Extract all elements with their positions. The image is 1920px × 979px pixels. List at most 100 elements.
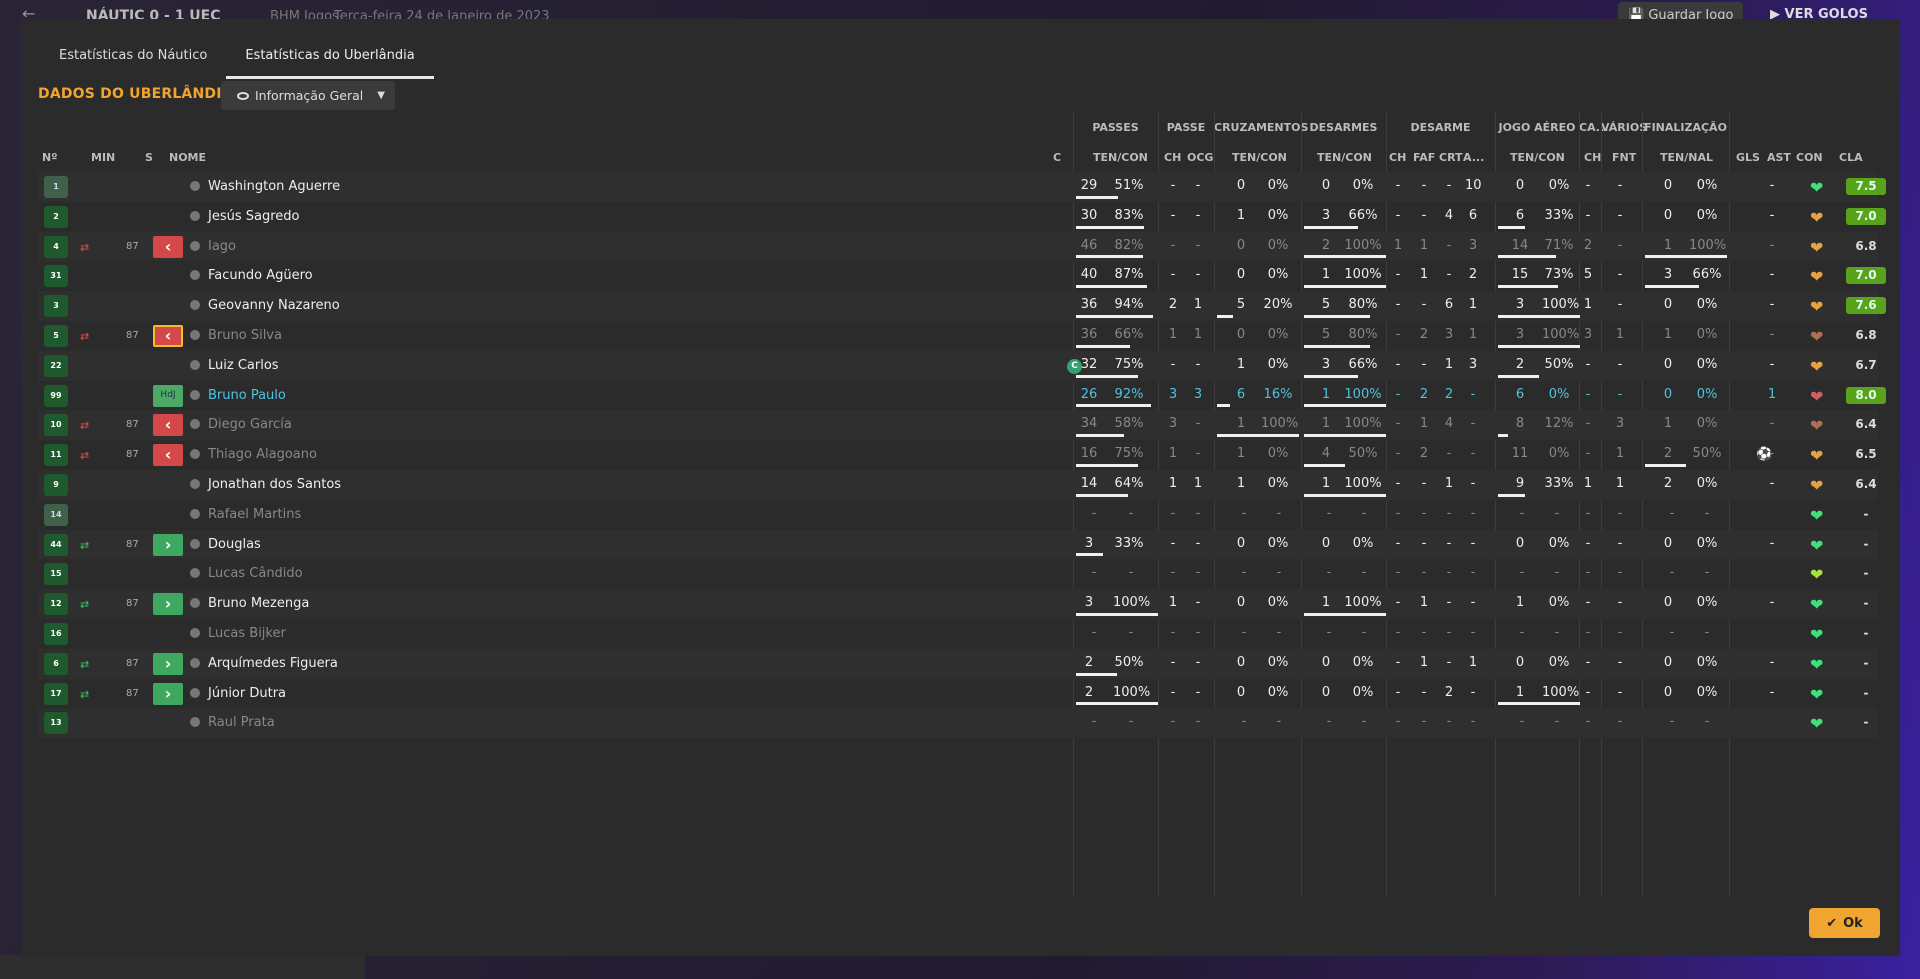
player-name[interactable]: Douglas (208, 537, 261, 552)
stat-cell: - (1195, 624, 1201, 640)
stat-cell: - (1470, 505, 1476, 521)
table-row[interactable]: 3 Geovanny Nazareno 36 94% 2 1 5 20% 5 80% - -6 1 3 10… (38, 291, 1886, 321)
column-header-no[interactable]: Nº (42, 151, 57, 164)
passes-percent: 87% (1114, 267, 1144, 283)
column-header-name[interactable]: NOME (169, 151, 206, 164)
tackles-percent: 100% (1344, 475, 1382, 491)
table-row[interactable]: 22 Luiz Carlos C 32 75% - -1 0% 3 66% - -1 3 2 50% - -0 0… (38, 350, 1878, 381)
key-passes: 3 (1168, 386, 1178, 402)
table-row[interactable]: 12 ⇄ 87 › Bruno Mezenga 3 100% 1-0 0% 1 100% -1- -1 0… (38, 589, 1878, 619)
shots-percent: 0% (1696, 386, 1718, 402)
table-row[interactable]: 17 ⇄ 87 › Júnior Dutra 2 100% - -0 0% 0 0% - -2-1 100%… (38, 679, 1878, 709)
tackles-percent: 80% (1348, 326, 1378, 342)
headers-attempted: 2 (1515, 356, 1525, 372)
player-name[interactable]: Jesús Sagredo (208, 209, 299, 224)
column-header-passe-ch[interactable]: CH (1164, 151, 1181, 164)
table-row[interactable]: 6 ⇄ 87 › Arquímedes Figuera 2 50% - -0 0% 0 0% -1-1 0… (38, 648, 1878, 679)
headers-bar (1498, 344, 1580, 348)
player-name[interactable]: Luiz Carlos (208, 358, 279, 373)
tackles-attempted: 1 (1321, 475, 1331, 491)
player-name[interactable]: Júnior Dutra (208, 686, 286, 701)
ok-button[interactable]: ✔ Ok (1809, 908, 1880, 938)
player-name[interactable]: Jonathan dos Santos (208, 477, 341, 492)
table-row[interactable]: 31 Facundo Agüero 40 87% - -0 0% 1 100% -1-2 15 73%… (38, 261, 1886, 291)
person-icon (190, 389, 200, 400)
column-header-gls[interactable]: GLS (1736, 151, 1760, 164)
stat-cell: 1 (1583, 297, 1593, 313)
column-header-passes[interactable]: TEN/CON (1093, 151, 1148, 164)
column-header-ca-ch[interactable]: CH (1584, 151, 1601, 164)
player-name[interactable]: Thiago Alagoano (208, 447, 317, 462)
stat-cell: 2 (1444, 386, 1454, 402)
table-row[interactable]: 13 Raul Prata - - - - - - - - - - - - - - - - - - - ❤ (38, 708, 1878, 739)
match-rating: - (1863, 536, 1869, 551)
chances-created: - (1195, 446, 1201, 462)
column-header-var-fnt[interactable]: FNT (1612, 151, 1636, 164)
player-table: 1 Washington Aguerre 29 51% - -0 0% 0 0% - - -10 0 0%… (38, 172, 1886, 739)
column-header-s[interactable]: S (145, 151, 153, 164)
table-row[interactable]: 15 Lucas Cândido - - - - - - - - - - - - - - - - - - - ❤ (38, 559, 1878, 589)
table-row[interactable]: 16 Lucas Bijker - - - - - - - - - - - - - - - - - - - ❤ (38, 619, 1878, 649)
column-header-passe-ocg[interactable]: OCG (1187, 151, 1213, 164)
column-header-des-ch[interactable]: CH (1389, 151, 1406, 164)
player-name[interactable]: Geovanny Nazareno (208, 298, 340, 313)
player-name[interactable]: Bruno Mezenga (208, 596, 309, 611)
column-header-cruz[interactable]: TEN/CON (1232, 151, 1287, 164)
table-row[interactable]: 14 Rafael Martins - - - - - - - - - - - - - - - - - - - ❤ (38, 500, 1878, 530)
passes-percent: 33% (1114, 535, 1144, 551)
player-name[interactable]: Facundo Agüero (208, 268, 313, 283)
player-name[interactable]: Arquímedes Figuera (208, 656, 338, 671)
stat-cell: - (1241, 565, 1247, 581)
column-header-fin[interactable]: TEN/NAL (1660, 151, 1713, 164)
player-name[interactable]: Iago (208, 239, 236, 254)
player-name[interactable]: Lucas Bijker (208, 626, 286, 641)
match-rating: - (1863, 625, 1869, 640)
stat-cell: 1 (1615, 326, 1625, 342)
player-name[interactable]: Rafael Martins (208, 507, 301, 522)
subbed-off-icon: ‹ (153, 235, 183, 258)
shirt-number-icon: 10 (44, 414, 68, 437)
key-passes: - (1170, 535, 1176, 551)
stat-cell: - (1241, 624, 1247, 640)
column-header-cla[interactable]: CLA (1839, 151, 1863, 164)
table-row[interactable]: 11 ⇄ 87 ‹ Thiago Alagoano 16 75% 1 - 1 0% 4 50% - 2 - - 1… (38, 440, 1878, 470)
key-passes: 1 (1168, 446, 1178, 462)
column-header-des-a[interactable]: A... (1463, 151, 1484, 164)
table-row[interactable]: 9 Jonathan dos Santos 14 64% 1 1 1 0% 1 100% - -1-9… (38, 469, 1878, 500)
shots-attempted: 0 (1663, 595, 1673, 611)
stat-cell: - (1470, 565, 1476, 581)
column-header-con[interactable]: CON (1796, 151, 1823, 164)
player-name[interactable]: Lucas Cândido (208, 566, 303, 581)
player-name[interactable]: Bruno Silva (208, 328, 282, 343)
substitution-minute: 87 (126, 449, 139, 461)
column-header-desarmes[interactable]: TEN/CON (1317, 151, 1372, 164)
column-header-min[interactable]: MIN (91, 151, 115, 164)
column-header-ast[interactable]: AST (1767, 151, 1791, 164)
stat-cell: - (1326, 505, 1332, 521)
table-row[interactable]: 5 ⇄ 87 ‹ Bruno Silva 36 66% 1 1 0 0% 5 80% -2 3 1 3 100% 3… (38, 321, 1878, 351)
tab-uberlandia-stats[interactable]: Estatísticas do Uberlândia (226, 19, 435, 79)
column-header-des-faf[interactable]: FAF (1413, 151, 1435, 164)
column-header-aereo[interactable]: TEN/CON (1510, 151, 1565, 164)
tab-nautico-stats[interactable]: Estatísticas do Náutico (40, 19, 226, 79)
table-row[interactable]: 4 ⇄ 87 ‹ Iago 46 82% - -0 0% 2 100% 1 1-3 14 71% 2-1 100%… (38, 231, 1878, 262)
column-header-c[interactable]: C (1053, 151, 1061, 164)
stat-cell: 1 (1393, 237, 1403, 253)
player-name[interactable]: Raul Prata (208, 715, 275, 730)
player-name[interactable]: Bruno Paulo (208, 388, 286, 403)
player-name[interactable]: Diego García (208, 417, 292, 432)
column-header-des-crt[interactable]: CRT (1439, 151, 1463, 164)
column-group-3: DESARMES (1309, 121, 1378, 134)
stat-cell: - (1276, 505, 1282, 521)
shots-attempted: 1 (1663, 237, 1673, 253)
stat-cell: 4 (1444, 207, 1454, 223)
view-dropdown[interactable]: Informação Geral ▼ (221, 81, 395, 110)
player-name[interactable]: Washington Aguerre (208, 179, 340, 194)
table-row[interactable]: 1 Washington Aguerre 29 51% - -0 0% 0 0% - - -10 0 0%… (38, 172, 1886, 202)
stat-cell: - (1446, 535, 1452, 551)
table-row[interactable]: 2 Jesús Sagredo 30 83% - -1 0% 3 66% - -4 6 6 33% - -0 0… (38, 202, 1886, 232)
table-row[interactable]: 44 ⇄ 87 › Douglas 3 33% - -0 0% 0 0% - - - -0 0% - -0 0% - - ❤ (38, 529, 1878, 560)
match-rating: 7.0 (1846, 267, 1886, 285)
table-row[interactable]: 99 HdJ Bruno Paulo 26 92% 3 3 6 16% 1 100% -2 2-6 0% -… (38, 381, 1886, 411)
table-row[interactable]: 10 ⇄ 87 ‹ Diego García 34 58% 3-1 100% 1 100% -1 4-8… (38, 410, 1878, 441)
